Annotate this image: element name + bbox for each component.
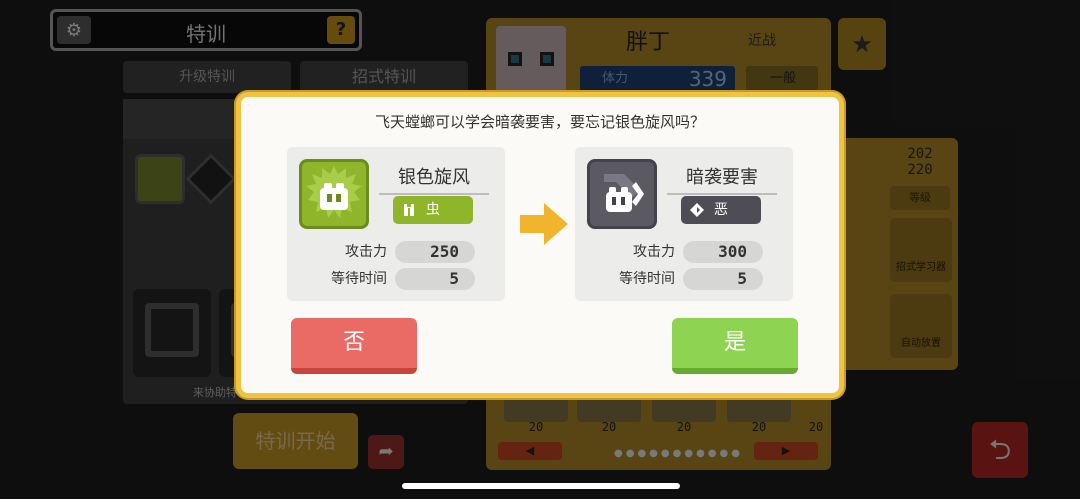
old-move-wait: 5 [395, 268, 475, 290]
attack-label: 攻击力 [345, 244, 387, 260]
rank-badge: 一般 [746, 66, 818, 92]
hp-value: 339 [688, 67, 727, 91]
grid-value: 20 [601, 420, 617, 434]
grid-value: 20 [528, 420, 544, 434]
forget-move-dialog: 飞天螳螂可以学会暗袭要害，要忘记银色旋风吗？ 银色旋风 虫 攻击力 250 等待… [236, 92, 844, 398]
old-move-attack: 250 [395, 241, 475, 263]
wait-label: 等待时间 [619, 271, 675, 287]
grid-value: 20 [751, 420, 767, 434]
pokemon-name: 胖丁 [626, 30, 671, 55]
title-bar: ⚙ 特训 ? [50, 9, 362, 51]
tab-move-training[interactable]: 招式特训 [300, 61, 468, 93]
gem-icon [185, 153, 237, 205]
settings-gear-icon[interactable]: ⚙ [57, 16, 91, 44]
level-max: 220 [907, 162, 933, 178]
pokemon-style: 近战 [748, 33, 776, 49]
helper-slot[interactable] [133, 289, 211, 377]
yes-button[interactable]: 是 [672, 318, 798, 374]
new-move-attack: 300 [683, 241, 763, 263]
pokemon-avatar [496, 26, 566, 92]
grid-value: 20 [808, 420, 824, 434]
bug-move-icon [299, 159, 369, 229]
grid-value: 20 [676, 420, 692, 434]
level-label: 等级 [890, 186, 950, 210]
no-button[interactable]: 否 [291, 318, 417, 374]
pokemon-slot[interactable] [135, 154, 185, 204]
old-move-type: 虫 [426, 202, 440, 218]
help-button[interactable]: ? [327, 16, 355, 44]
move-learner-button[interactable]: 招式学习器 [890, 218, 952, 282]
helper-label: 来协助特 [193, 386, 237, 399]
new-move-type: 恶 [714, 202, 728, 218]
dialog-question: 飞天螳螂可以学会暗袭要害，要忘记银色旋风吗？ [374, 113, 705, 131]
next-page-button[interactable]: ▶ [754, 442, 818, 460]
old-move-name: 银色旋风 [379, 163, 489, 195]
right-arrow-icon [520, 203, 568, 245]
bookmark-icon[interactable]: ★ [838, 18, 886, 70]
hp-label: 体力 [602, 71, 629, 86]
bug-type-icon [404, 204, 414, 216]
attack-label: 攻击力 [633, 244, 675, 260]
wait-label: 等待时间 [331, 271, 387, 287]
level-current: 202 [907, 146, 933, 162]
home-indicator[interactable] [402, 483, 680, 489]
share-icon[interactable]: ➦ [368, 435, 404, 469]
auto-place-button[interactable]: 自动放置 [890, 294, 952, 358]
new-move-card: 暗袭要害 恶 攻击力 300 等待时间 5 [575, 147, 793, 301]
page-dots: ●●●●●●●●●●● [614, 448, 743, 459]
new-move-wait: 5 [683, 268, 763, 290]
old-move-card: 银色旋风 虫 攻击力 250 等待时间 5 [287, 147, 505, 301]
start-training-button[interactable]: 特训开始 [233, 413, 358, 469]
hp-bar: 体力 339 [580, 66, 735, 92]
page-title: 特训 [186, 22, 226, 46]
back-arrow-icon[interactable]: ⮌ [972, 422, 1028, 478]
tab-level-training[interactable]: 升级特训 [123, 61, 291, 93]
dark-type-icon [690, 203, 704, 217]
dark-move-icon [587, 159, 657, 229]
prev-page-button[interactable]: ◀ [498, 442, 562, 460]
new-move-type-badge: 恶 [681, 196, 761, 224]
new-move-name: 暗袭要害 [667, 163, 777, 195]
old-move-type-badge: 虫 [393, 196, 473, 224]
level-value: 202 220 [890, 146, 950, 178]
